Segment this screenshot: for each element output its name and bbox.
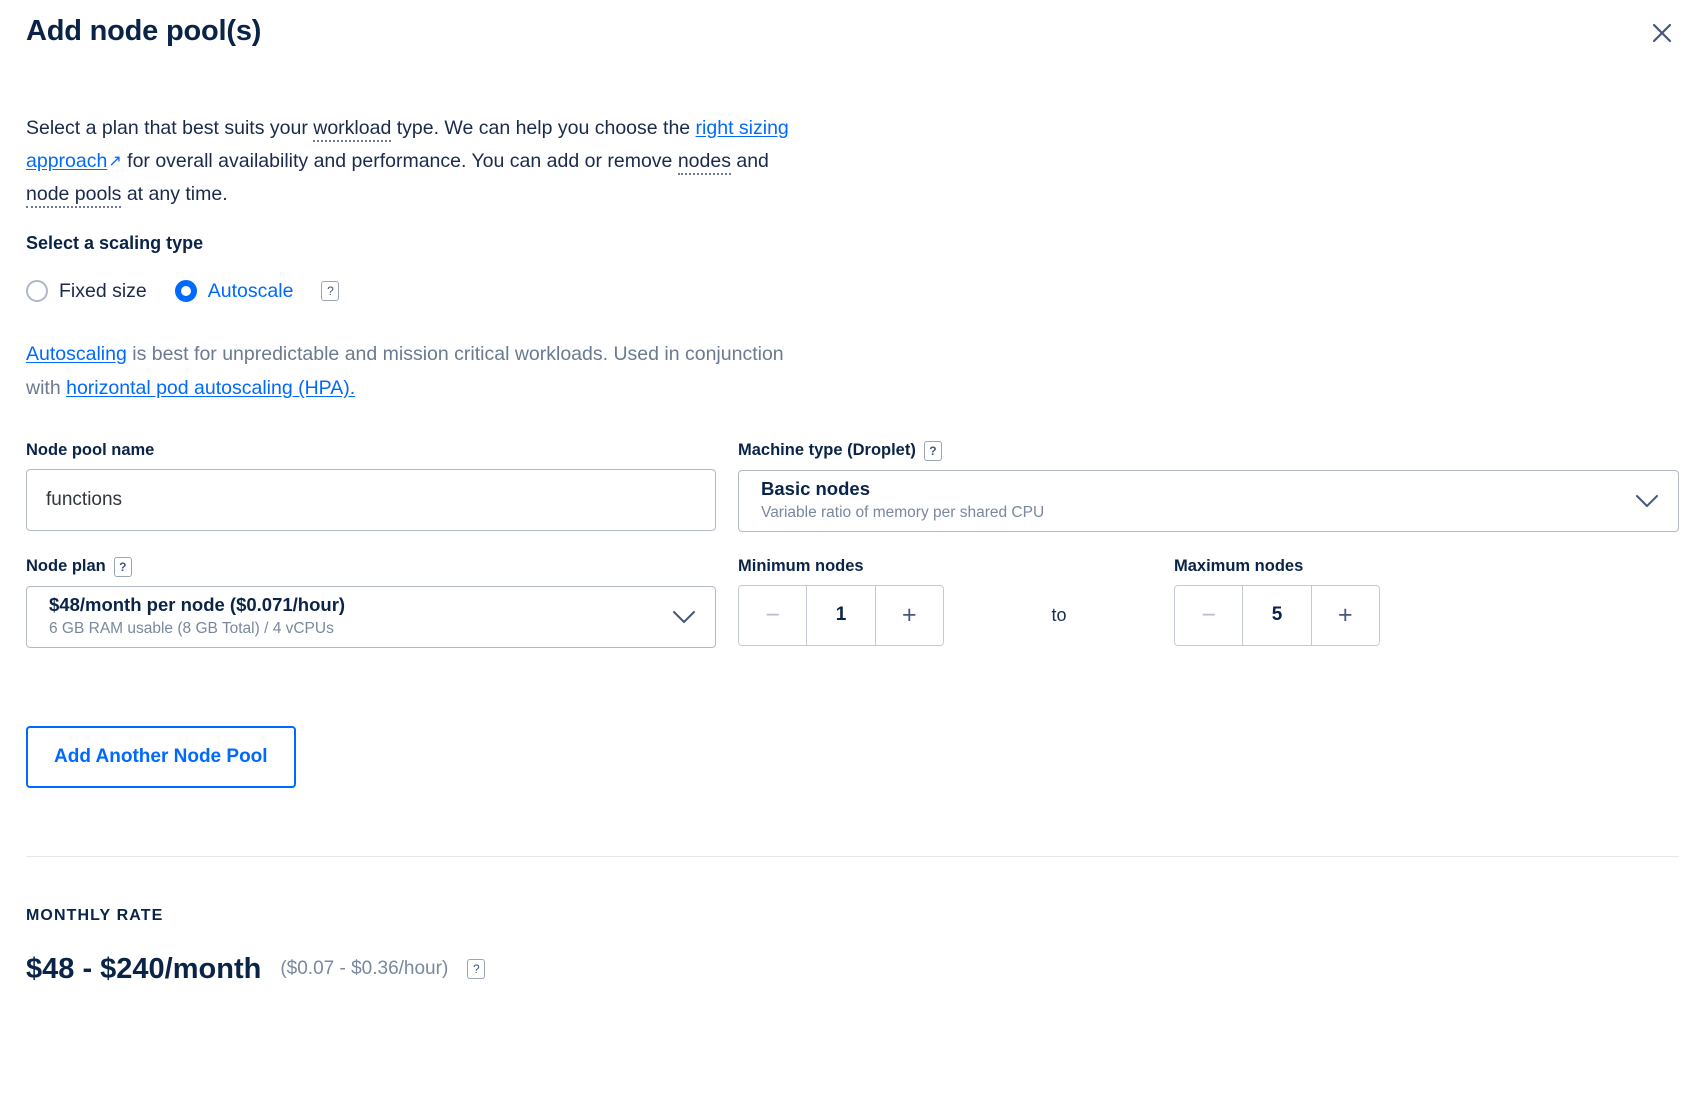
- minimum-nodes-value[interactable]: 1: [806, 585, 876, 645]
- term-nodes[interactable]: nodes: [677, 149, 731, 175]
- intro-text-2: type. We can help you choose the: [391, 116, 696, 139]
- node-count-range: Minimum nodes − 1 + to Maximum nodes − 5…: [738, 557, 1679, 646]
- radio-label-autoscale: Autoscale: [207, 279, 294, 302]
- machine-type-help-icon[interactable]: ?: [923, 440, 942, 461]
- node-plan-label: Node plan ?: [26, 556, 716, 577]
- monthly-rate-row: $48 - $240/month ($0.07 - $0.36/hour) ?: [26, 953, 1679, 986]
- radio-label-fixed-size: Fixed size: [59, 279, 147, 302]
- node-plan-select[interactable]: $48/month per node ($0.071/hour) 6 GB RA…: [26, 585, 716, 648]
- term-node-pools[interactable]: node pools: [26, 182, 122, 208]
- footer-divider: [26, 855, 1679, 857]
- external-link-icon: ↗: [108, 152, 122, 170]
- page-title: Add node pool(s): [26, 15, 262, 47]
- radio-option-fixed-size[interactable]: Fixed size: [26, 280, 147, 303]
- close-icon: [1649, 20, 1675, 46]
- chevron-down-icon: [671, 609, 697, 625]
- form-row-2: Node plan ? $48/month per node ($0.071/h…: [26, 556, 1679, 648]
- node-pool-name-label: Node pool name: [26, 440, 155, 459]
- hourly-rate-value: ($0.07 - $0.36/hour): [280, 958, 449, 980]
- maximum-nodes-increment-button[interactable]: +: [1311, 585, 1379, 645]
- radio-option-autoscale[interactable]: Autoscale: [174, 279, 294, 303]
- autoscaling-link[interactable]: Autoscaling: [26, 343, 127, 365]
- scaling-type-radio-group: Fixed size Autoscale ?: [26, 280, 1679, 303]
- node-plan-value: $48/month per node ($0.071/hour): [49, 594, 346, 616]
- node-plan-label-text: Node plan: [26, 557, 106, 576]
- node-pool-name-input[interactable]: [26, 468, 716, 531]
- machine-type-label: Machine type (Droplet) ?: [738, 440, 1679, 461]
- machine-type-field: Machine type (Droplet) ? Basic nodes Var…: [738, 440, 1679, 532]
- add-node-pool-modal: Add node pool(s) Select a plan that best…: [0, 0, 1705, 1111]
- monthly-rate-label: MONTHLY RATE: [26, 906, 164, 924]
- monthly-rate-help-icon[interactable]: ?: [467, 959, 486, 980]
- machine-type-description: Variable ratio of memory per shared CPU: [761, 504, 1045, 522]
- intro-text-4: and: [730, 149, 769, 172]
- node-plan-field: Node plan ? $48/month per node ($0.071/h…: [26, 556, 716, 648]
- add-another-node-pool-button[interactable]: Add Another Node Pool: [26, 725, 296, 788]
- intro-paragraph: Select a plan that best suits your workl…: [26, 112, 816, 211]
- radio-circle-fixed-size[interactable]: [26, 280, 48, 303]
- node-plan-description: 6 GB RAM usable (8 GB Total) / 4 vCPUs: [49, 620, 334, 638]
- node-pool-name-field: Node pool name: [26, 441, 716, 531]
- hpa-link[interactable]: horizontal pod autoscaling (HPA).: [66, 377, 355, 399]
- maximum-nodes-field: Maximum nodes − 5 +: [1174, 557, 1380, 646]
- machine-type-value: Basic nodes: [761, 478, 870, 500]
- radio-circle-autoscale[interactable]: [174, 280, 197, 303]
- chevron-down-icon: [1634, 493, 1660, 509]
- minimum-nodes-increment-button[interactable]: +: [875, 585, 943, 645]
- intro-text-3: for overall availability and performance…: [121, 149, 678, 172]
- maximum-nodes-label: Maximum nodes: [1174, 556, 1304, 575]
- maximum-nodes-decrement-button[interactable]: −: [1175, 585, 1243, 645]
- autoscale-note: Autoscaling is best for unpredictable an…: [26, 337, 806, 405]
- intro-text-5: at any time.: [121, 182, 228, 205]
- form-row-1: Node pool name Machine type (Droplet) ? …: [26, 440, 1679, 532]
- scaling-type-label: Select a scaling type: [26, 232, 204, 253]
- maximum-nodes-stepper: − 5 +: [1174, 584, 1380, 646]
- range-separator-label: to: [1051, 604, 1067, 625]
- machine-type-select[interactable]: Basic nodes Variable ratio of memory per…: [738, 469, 1679, 532]
- maximum-nodes-value[interactable]: 5: [1242, 585, 1312, 645]
- minimum-nodes-decrement-button[interactable]: −: [739, 585, 807, 645]
- machine-type-label-text: Machine type (Droplet): [738, 441, 916, 460]
- modal-header: Add node pool(s): [26, 0, 1679, 49]
- node-pool-form: Node pool name Machine type (Droplet) ? …: [26, 440, 1679, 648]
- minimum-nodes-label: Minimum nodes: [738, 556, 864, 575]
- node-plan-help-icon[interactable]: ?: [113, 556, 132, 577]
- monthly-rate-value: $48 - $240/month: [26, 952, 262, 985]
- minimum-nodes-field: Minimum nodes − 1 +: [738, 557, 944, 646]
- intro-text-1: Select a plan that best suits your: [26, 116, 314, 139]
- term-workload[interactable]: workload: [313, 116, 392, 142]
- autoscale-help-icon[interactable]: ?: [321, 281, 340, 302]
- minimum-nodes-stepper: − 1 +: [738, 584, 944, 646]
- close-button[interactable]: [1649, 20, 1675, 46]
